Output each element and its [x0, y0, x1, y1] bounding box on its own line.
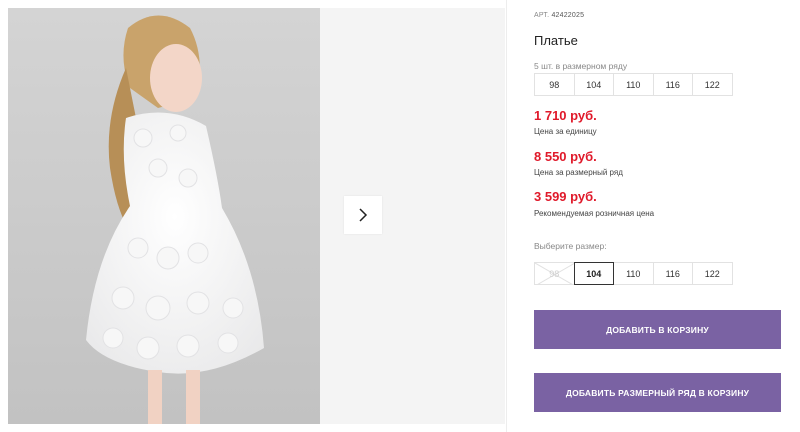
- product-title: Платье: [534, 33, 578, 48]
- size-option-selected[interactable]: 104: [573, 262, 614, 285]
- add-to-cart-button[interactable]: ДОБАВИТЬ В КОРЗИНУ: [534, 310, 781, 349]
- size-option[interactable]: 122: [692, 262, 733, 285]
- retail-price-label: Рекомендуемая розничная цена: [534, 209, 655, 218]
- retail-price: 3 599 руб.: [534, 189, 597, 204]
- series-size: 116: [652, 73, 693, 96]
- size-option[interactable]: 110: [613, 262, 654, 285]
- size-option-label: 98: [549, 268, 560, 279]
- article-number: АРТ. 42422025: [534, 12, 584, 19]
- product-gallery: [0, 0, 505, 432]
- series-price-label: Цена за размерный ряд: [534, 168, 623, 177]
- series-size: 104: [573, 73, 614, 96]
- chevron-right-icon: [359, 208, 368, 222]
- series-size: 98: [534, 73, 575, 96]
- unit-price: 1 710 руб.: [534, 108, 597, 123]
- size-option-unavailable: 98: [534, 262, 575, 285]
- series-label: 5 шт. в размерном ряду: [534, 61, 628, 71]
- article-value: 42422025: [551, 12, 585, 19]
- product-photo-illustration: [8, 8, 320, 424]
- next-photo-button[interactable]: [344, 196, 382, 234]
- product-photo[interactable]: [8, 8, 320, 424]
- article-prefix: АРТ.: [534, 12, 550, 19]
- series-size-list: 98 104 110 116 122: [534, 73, 733, 96]
- unit-price-label: Цена за единицу: [534, 127, 597, 136]
- size-option[interactable]: 116: [652, 262, 693, 285]
- series-size: 110: [613, 73, 654, 96]
- choose-size-label: Выберите размер:: [534, 241, 607, 251]
- series-size: 122: [692, 73, 733, 96]
- series-price: 8 550 руб.: [534, 149, 597, 164]
- column-divider: [506, 0, 507, 432]
- size-selector: 98 104 110 116 122: [534, 262, 733, 285]
- add-series-to-cart-button[interactable]: ДОБАВИТЬ РАЗМЕРНЫЙ РЯД В КОРЗИНУ: [534, 373, 781, 412]
